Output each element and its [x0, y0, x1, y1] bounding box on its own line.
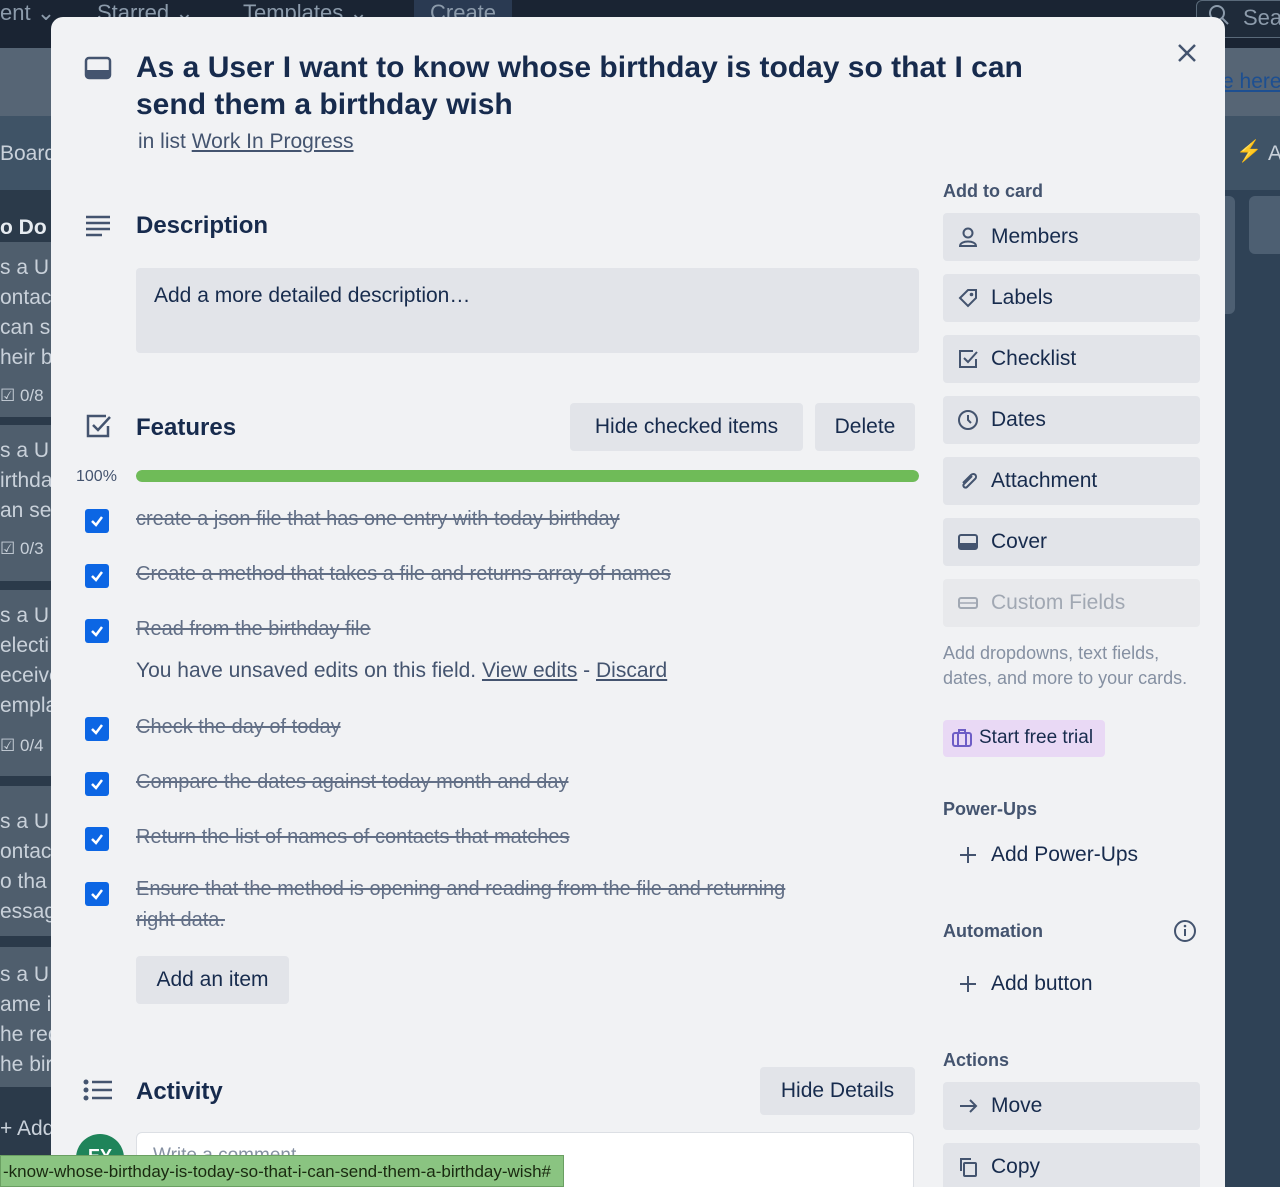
description-icon: [83, 210, 113, 240]
clock-icon: [957, 409, 979, 431]
browser-status-url: -know-whose-birthday-is-today-so-that-i-…: [0, 1155, 564, 1187]
check-icon: [91, 779, 103, 790]
item-checkbox[interactable]: [85, 882, 109, 906]
attachment-button[interactable]: Attachment: [943, 457, 1200, 505]
discard-link[interactable]: Discard: [596, 659, 667, 682]
custom-fields-promo: Add dropdowns, text fields, dates, and m…: [943, 643, 1188, 688]
check-icon: [91, 834, 103, 845]
checklist-button[interactable]: Checklist: [943, 335, 1200, 383]
add-card-button[interactable]: + Add: [0, 1117, 51, 1141]
tag-icon: [957, 287, 979, 309]
add-powerups-button[interactable]: Add Power-Ups: [943, 831, 1200, 879]
item-checkbox[interactable]: [85, 772, 109, 796]
automation-heading: Automation: [943, 921, 1043, 941]
list-item[interactable]: s a U ontac o tha essag: [0, 786, 51, 936]
briefcase-icon: [951, 728, 973, 754]
plus-icon: [957, 844, 979, 866]
checklist-item[interactable]: Ensure that the method is opening and re…: [136, 874, 816, 936]
add-button-button[interactable]: Add button: [943, 960, 1200, 1008]
progress-fill: [136, 470, 919, 482]
copy-icon: [957, 1156, 979, 1178]
delete-checklist-button[interactable]: Delete: [815, 403, 915, 451]
checklist-item[interactable]: Compare the dates against today month an…: [136, 767, 816, 798]
powerups-heading: Power-Ups: [943, 799, 1038, 819]
item-checkbox[interactable]: [85, 717, 109, 741]
nav-item-workspaces[interactable]: ent ⌄: [0, 0, 55, 26]
card-list-info: in list Work In Progress: [138, 130, 354, 153]
card-icon: [957, 531, 979, 553]
check-icon: [91, 516, 103, 527]
info-icon[interactable]: [1172, 918, 1198, 944]
arrow-right-icon: [957, 1095, 979, 1117]
checklist-item[interactable]: Create a method that takes a file and re…: [136, 559, 816, 590]
actions-heading: Actions: [943, 1050, 1010, 1070]
start-free-trial-button[interactable]: Start free trial: [943, 720, 1105, 757]
card-detail-modal: As a User I want to know whose birthday …: [51, 17, 1225, 1187]
check-icon: [91, 724, 103, 735]
item-checkbox[interactable]: [85, 827, 109, 851]
paperclip-icon: [957, 470, 979, 492]
list-item[interactable]: s a U ontac can s heir b ☑ 0/8: [0, 242, 51, 417]
custom-fields-button[interactable]: Custom Fields: [943, 579, 1200, 627]
list-item[interactable]: s a U electi eceive empla ☑ 0/4: [0, 590, 51, 776]
check-icon: [91, 626, 103, 637]
add-item-button[interactable]: Add an item: [136, 956, 289, 1004]
activity-icon: [81, 1075, 115, 1105]
move-button[interactable]: Move: [943, 1082, 1200, 1130]
checklist-icon: [83, 411, 113, 441]
board-header-more[interactable]: A: [1268, 142, 1280, 166]
close-button[interactable]: [1169, 37, 1205, 73]
checklist-progress-bar: [136, 470, 919, 482]
description-field[interactable]: Add a more detailed description…: [136, 268, 919, 353]
hide-details-button[interactable]: Hide Details: [760, 1067, 915, 1115]
checklist-item[interactable]: Check the day of today: [136, 712, 816, 743]
board-switcher[interactable]: Board: [0, 142, 56, 166]
list-item[interactable]: s a U irthda an se ☑ 0/3: [0, 425, 51, 581]
list-item[interactable]: s a U ame i he red he bir: [0, 947, 51, 1087]
cover-button[interactable]: Cover: [943, 518, 1200, 566]
checklist-progress-percent: 100%: [76, 468, 117, 485]
field-icon: [957, 592, 979, 614]
checklist-item[interactable]: Read from the birthday file: [136, 614, 816, 645]
item-checkbox[interactable]: [85, 509, 109, 533]
unsaved-edits-notice: You have unsaved edits on this field. Vi…: [136, 659, 668, 682]
checklist-item[interactable]: create a json file that has one entry wi…: [136, 504, 816, 535]
card-title[interactable]: As a User I want to know whose birthday …: [136, 49, 1096, 123]
list-next: [1225, 190, 1280, 1187]
item-checkbox[interactable]: [85, 564, 109, 588]
add-to-card-heading: Add to card: [943, 181, 1044, 201]
item-checkbox[interactable]: [85, 619, 109, 643]
list-todo: o Do s a U ontac can s heir b ☑ 0/8 s a …: [0, 190, 51, 1187]
notice-link[interactable]: e here: [1222, 70, 1280, 94]
hide-checked-items-button[interactable]: Hide checked items: [570, 403, 803, 451]
description-heading: Description: [136, 212, 269, 239]
labels-button[interactable]: Labels: [943, 274, 1200, 322]
activity-heading: Activity: [136, 1078, 223, 1105]
check-icon: [91, 889, 103, 900]
view-edits-link[interactable]: View edits: [482, 659, 577, 682]
checkbox-icon: [957, 348, 979, 370]
add-list-button[interactable]: [1249, 196, 1280, 254]
dates-button[interactable]: Dates: [943, 396, 1200, 444]
check-icon: [91, 571, 103, 582]
copy-button[interactable]: Copy: [943, 1143, 1200, 1187]
close-icon: [1176, 42, 1198, 69]
checklist-item[interactable]: Return the list of names of contacts tha…: [136, 822, 816, 853]
list-title: o Do: [0, 216, 47, 239]
automation-icon[interactable]: ⚡: [1236, 140, 1262, 164]
list-link[interactable]: Work In Progress: [192, 130, 354, 153]
checklist-heading[interactable]: Features: [136, 414, 236, 442]
plus-icon: [957, 973, 979, 995]
person-icon: [957, 226, 979, 248]
card-icon: [83, 53, 113, 83]
members-button[interactable]: Members: [943, 213, 1200, 261]
